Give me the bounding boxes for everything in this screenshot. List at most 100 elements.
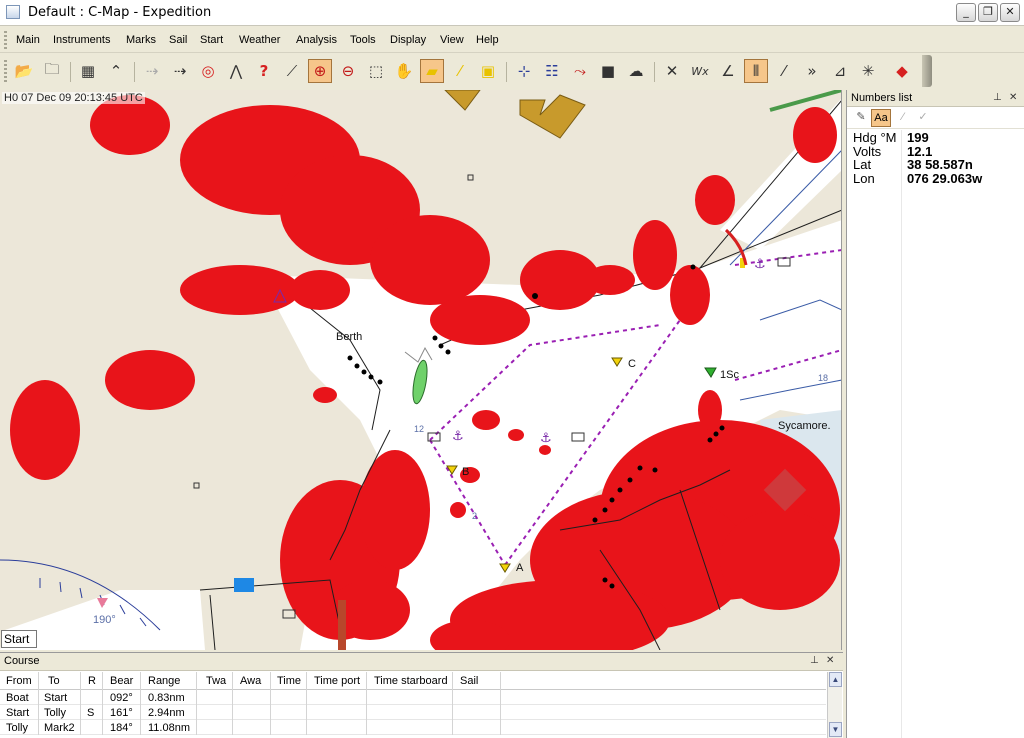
cloud-icon[interactable]: ☁: [624, 59, 648, 83]
column-header-bear[interactable]: Bear: [110, 675, 133, 687]
open-folder-icon[interactable]: 📂: [12, 59, 36, 83]
pencil-icon[interactable]: ✎: [851, 109, 871, 127]
map-small-marker-2: [193, 482, 200, 489]
map-canvas[interactable]: ⚓ ⚓ ⚓: [0, 90, 842, 650]
calendar-icon[interactable]: ▦: [76, 59, 100, 83]
menu-view[interactable]: View: [440, 34, 464, 46]
compass-icon[interactable]: ⋀: [224, 59, 248, 83]
minimize-button[interactable]: _: [956, 3, 976, 22]
numbers-list-title: Numbers list: [851, 92, 913, 104]
menu-instruments[interactable]: Instruments: [53, 34, 110, 46]
depth-label-12: 12: [414, 424, 425, 434]
course-to: Start: [44, 692, 68, 704]
map-small-marker: [467, 174, 474, 181]
numbers-row-name: Volts: [853, 143, 882, 159]
menu-display[interactable]: Display: [390, 34, 426, 46]
menu-start[interactable]: Start: [200, 34, 223, 46]
numbers-row[interactable]: Volts 12.1: [847, 145, 1024, 159]
menu-main[interactable]: Main: [16, 34, 40, 46]
column-header-sail[interactable]: Sail: [460, 675, 478, 687]
pan-hand-icon[interactable]: ✋: [392, 59, 416, 83]
chart-map[interactable]: ⚓ ⚓ ⚓ H0 07 Dec 09 20:13:45 UTC Berth C …: [0, 90, 842, 650]
folder-icon[interactable]: 🗀: [40, 59, 64, 83]
menu-marks[interactable]: Marks: [126, 34, 156, 46]
menu-grip[interactable]: [4, 31, 7, 49]
menu-analysis[interactable]: Analysis: [296, 34, 337, 46]
numbers-row[interactable]: Hdg °M 199: [847, 131, 1024, 145]
scroll-up-icon[interactable]: ▲: [829, 672, 842, 687]
line-icon[interactable]: ⁄: [448, 59, 472, 83]
menu-tools[interactable]: Tools: [350, 34, 376, 46]
select-icon[interactable]: ⬚: [364, 59, 388, 83]
heading-label: 190°: [93, 614, 116, 626]
menu-sail[interactable]: Sail: [169, 34, 187, 46]
cross-icon[interactable]: ✕: [660, 59, 684, 83]
numbers-list-toolbar: ✎ Aa ⁄ ✓: [847, 107, 1024, 129]
toolbar-grip[interactable]: [4, 60, 7, 84]
column-header-twa[interactable]: Twa: [206, 675, 226, 687]
course-bear: 161°: [110, 707, 133, 719]
sparkle-icon[interactable]: ✳: [856, 59, 880, 83]
help-icon[interactable]: ?: [252, 59, 276, 83]
area-icon[interactable]: ▣: [476, 59, 500, 83]
waypoint-icon[interactable]: ⊹: [512, 59, 536, 83]
diamond-icon[interactable]: ◆: [890, 59, 914, 83]
course-row[interactable]: Tolly Mark2 184° 11.08nm: [0, 720, 826, 735]
scroll-down-icon[interactable]: ▼: [829, 722, 842, 737]
list-icon[interactable]: ☷: [540, 59, 564, 83]
column-header-awa[interactable]: Awa: [240, 675, 261, 687]
font-icon[interactable]: Aa: [871, 109, 891, 127]
lifebuoy-icon[interactable]: ◎: [196, 59, 220, 83]
anchor-icon: ⚓: [540, 431, 552, 446]
check-icon[interactable]: ✓: [913, 109, 933, 127]
app-icon[interactable]: [6, 5, 20, 19]
toolbar: 📂 🗀 ▦ ⌃ ⇢ ⇢ ◎ ⋀ ? ⟋ ⊕ ⊖ ⬚ ✋ ▰ ⁄ ▣ ⊹ ☷ ⤳ …: [0, 54, 934, 90]
grid-lines-icon[interactable]: ⦀: [744, 59, 768, 83]
track-icon[interactable]: ⤳: [568, 59, 592, 83]
column-header-time-port[interactable]: Time port: [314, 675, 360, 687]
anchor-icon-2: ⚓: [452, 429, 464, 444]
label-mark-a: A: [516, 562, 524, 574]
zoom-in-icon[interactable]: ⊕: [308, 59, 332, 83]
pier-structure: [338, 600, 346, 650]
numbers-row[interactable]: Lat 38 58.587n: [847, 158, 1024, 172]
depth-label-2: 2: [472, 511, 478, 521]
course-row[interactable]: Start Tolly S 161° 2.94nm: [0, 705, 826, 720]
measure-icon[interactable]: ⟋: [280, 59, 304, 83]
column-header-from[interactable]: From: [6, 675, 32, 687]
course-close-icon[interactable]: ✕: [826, 655, 834, 666]
slash-icon[interactable]: ⁄: [772, 59, 796, 83]
numbers-row-name: Lat: [853, 157, 872, 172]
course-scrollbar[interactable]: ▲ ▼: [827, 672, 842, 738]
column-header-time[interactable]: Time: [277, 675, 301, 687]
arrow-right-icon[interactable]: ⇢: [168, 59, 192, 83]
mark-flag-icon[interactable]: ▰: [420, 59, 444, 83]
column-header-time-starboard[interactable]: Time starboard: [374, 675, 448, 687]
numbers-row[interactable]: Lon 076 29.063w: [847, 172, 1024, 186]
column-header-to[interactable]: To: [48, 675, 60, 687]
course-row[interactable]: Boat Start 092° 0.83nm: [0, 690, 826, 705]
maximize-button[interactable]: ❐: [978, 3, 998, 22]
numbers-row-name: Hdg °M: [853, 130, 897, 145]
line-tool-icon[interactable]: ⁄: [893, 109, 913, 127]
column-header-range[interactable]: Range: [148, 675, 180, 687]
grey-square-icon[interactable]: ■: [596, 59, 620, 83]
angle-icon[interactable]: ∠: [716, 59, 740, 83]
start-button[interactable]: Start: [1, 630, 37, 648]
menu-help[interactable]: Help: [476, 34, 499, 46]
zoom-out-icon[interactable]: ⊖: [336, 59, 360, 83]
panel-close-icon[interactable]: ✕: [1009, 92, 1017, 103]
layline-icon[interactable]: ⊿: [828, 59, 852, 83]
wx-icon[interactable]: Wx: [688, 59, 712, 83]
menu-weather[interactable]: Weather: [239, 34, 280, 46]
arrow-disabled-icon[interactable]: ⇢: [140, 59, 164, 83]
column-header-r[interactable]: R: [88, 675, 96, 687]
toolbar-end[interactable]: [922, 55, 932, 87]
course-pin-icon[interactable]: ⊥: [810, 655, 819, 666]
numbers-list-panel: Numbers list ⊥ ✕ ✎ Aa ⁄ ✓ Hdg °M 199 Vol…: [846, 90, 1024, 738]
pin-icon[interactable]: ⊥: [993, 92, 1002, 103]
close-button[interactable]: ✕: [1000, 3, 1020, 22]
route-icon[interactable]: ⌃: [104, 59, 128, 83]
depth-label-18: 18: [818, 373, 829, 383]
fast-forward-icon[interactable]: »: [800, 59, 824, 83]
